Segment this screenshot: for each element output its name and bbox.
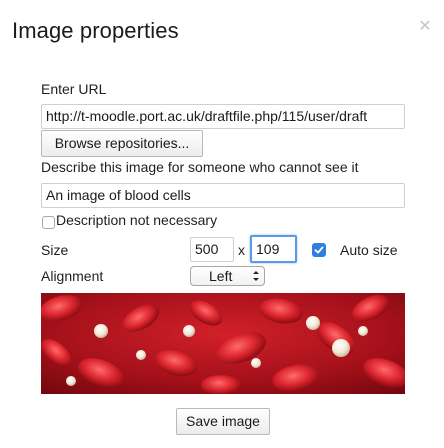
check-icon [314,246,324,254]
alignment-label: Alignment [41,268,104,284]
select-arrows-icon [253,271,259,281]
size-label: Size [41,242,69,258]
size-separator: x [238,242,245,258]
image-properties-dialog: Image properties ✕ Enter URL http://t-mo… [0,0,444,448]
dialog-title: Image properties [12,18,179,43]
url-input[interactable]: http://t-moodle.port.ac.uk/draftfile.php… [41,104,405,129]
auto-size-label: Auto size [340,242,398,258]
alignment-select[interactable]: Left [190,266,265,286]
description-input[interactable]: An image of blood cells [41,183,405,208]
url-label: Enter URL [41,81,107,97]
close-icon[interactable]: ✕ [417,19,433,35]
size-height-input[interactable]: 109 [250,235,297,263]
description-label: Describe this image for someone who cann… [41,159,359,175]
blood-cells-image [41,293,405,394]
auto-size-checkbox[interactable] [312,243,326,257]
image-preview [41,293,405,394]
alignment-selected-value: Left [209,268,233,284]
description-not-necessary-label: Description not necessary [56,212,218,228]
save-image-button[interactable]: Save image [176,408,270,435]
browse-repositories-button[interactable]: Browse repositories... [41,130,203,157]
size-width-input[interactable]: 500 [190,237,234,262]
description-not-necessary-checkbox[interactable] [42,216,55,229]
